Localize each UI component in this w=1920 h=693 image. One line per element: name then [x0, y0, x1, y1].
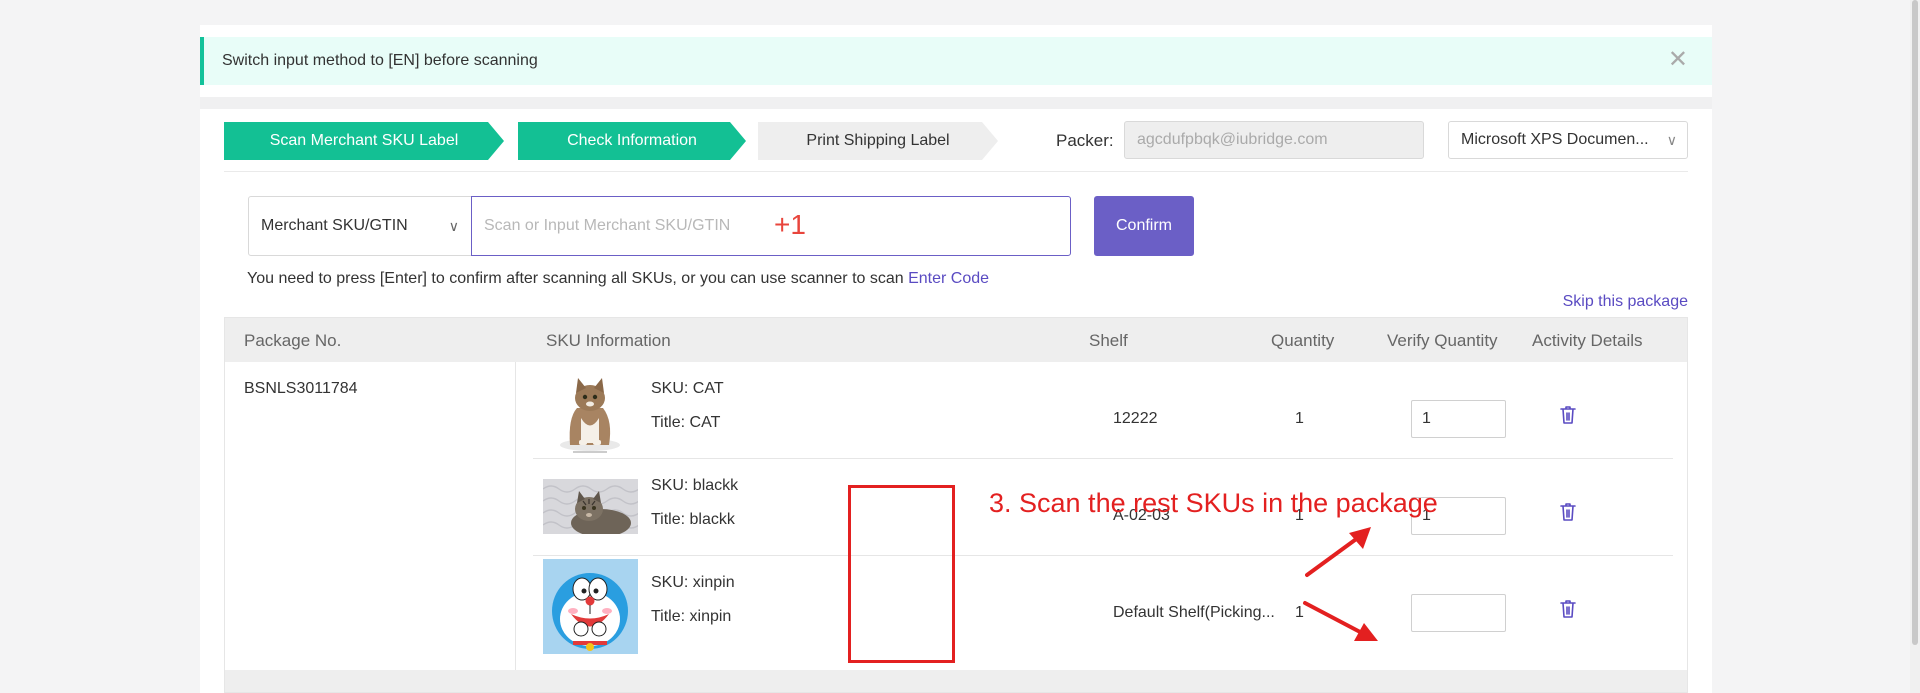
shelf-value: 12222 — [1113, 410, 1158, 427]
sku-scan-input[interactable] — [471, 196, 1071, 256]
scan-hint: You need to press [Enter] to confirm aft… — [247, 270, 989, 288]
sku-code: SKU: CAT — [651, 380, 724, 397]
header-quantity: Quantity — [1271, 331, 1335, 350]
annotation-arrow-icon — [1305, 527, 1371, 577]
annotation-arrow-icon — [1303, 601, 1378, 641]
quantity-value: 1 — [1295, 410, 1304, 427]
trash-icon[interactable] — [1559, 599, 1577, 619]
shelf-value: Default Shelf(Picking... — [1113, 604, 1275, 621]
step-print-shipping-label: Print Shipping Label — [758, 122, 998, 160]
step-check-information: Check Information — [518, 122, 746, 160]
chevron-down-icon: ∨ — [448, 218, 459, 234]
printer-select-value: Microsoft XPS Documen... — [1461, 131, 1649, 148]
annotation-highlight-box — [848, 485, 955, 663]
scan-type-value: Merchant SKU/GTIN — [261, 217, 408, 234]
table-header: Package No. SKU Information Shelf Quanti… — [225, 318, 1687, 362]
packing-panel: Switch input method to [EN] before scann… — [200, 25, 1712, 693]
header-verify-quantity: Verify Quantity — [1387, 331, 1498, 350]
header-package-no: Package No. — [244, 331, 342, 350]
sku-title: Title: xinpin — [651, 608, 732, 625]
notice-banner: Switch input method to [EN] before scann… — [200, 37, 1712, 85]
close-icon[interactable]: ✕ — [1668, 47, 1688, 73]
step-scan-merchant-sku: Scan Merchant SKU Label — [224, 122, 504, 160]
product-image — [543, 559, 638, 654]
skip-package-link[interactable]: Skip this package — [1563, 293, 1688, 311]
trash-icon[interactable] — [1559, 502, 1577, 522]
product-image — [543, 479, 638, 534]
header-sku-information: SKU Information — [546, 331, 671, 350]
page-scrollbar[interactable] — [1910, 0, 1920, 693]
table-row: SKU: CAT Title: CAT 12222 1 — [533, 362, 1673, 459]
scan-type-select[interactable]: Merchant SKU/GTIN ∨ — [248, 196, 472, 256]
scrollbar-thumb[interactable] — [1912, 0, 1918, 645]
confirm-button[interactable]: Confirm — [1094, 196, 1194, 256]
section-divider — [200, 97, 1712, 109]
package-table: Package No. SKU Information Shelf Quanti… — [224, 317, 1688, 693]
sku-code: SKU: blackk — [651, 477, 739, 494]
chevron-down-icon: ∨ — [1666, 132, 1677, 148]
notice-text: Switch input method to [EN] before scann… — [222, 52, 538, 69]
plus-one-indicator: +1 — [774, 209, 806, 240]
printer-select[interactable]: Microsoft XPS Documen... ∨ — [1448, 121, 1688, 159]
verify-quantity-input[interactable] — [1411, 594, 1506, 632]
package-cell: BSNLS3011784 — [225, 362, 516, 672]
verify-quantity-input[interactable] — [1411, 400, 1506, 438]
trash-icon[interactable] — [1559, 405, 1577, 425]
sku-title: Title: blackk — [651, 511, 735, 528]
divider — [224, 171, 1688, 172]
sku-title: Title: CAT — [651, 414, 721, 431]
table-row: SKU: xinpin Title: xinpin Default Shelf(… — [533, 556, 1673, 654]
annotation-text: 3. Scan the rest SKUs in the package — [989, 488, 1438, 518]
package-number: BSNLS3011784 — [244, 380, 358, 397]
header-shelf: Shelf — [1089, 331, 1128, 350]
table-footer — [225, 670, 1687, 692]
sku-code: SKU: xinpin — [651, 574, 735, 591]
packer-field — [1124, 121, 1424, 159]
header-activity-details: Activity Details — [1532, 331, 1643, 350]
packer-label: Packer: — [1056, 131, 1114, 150]
enter-code-link[interactable]: Enter Code — [908, 270, 989, 287]
scan-hint-text: You need to press [Enter] to confirm aft… — [247, 270, 909, 287]
product-image — [543, 363, 638, 458]
